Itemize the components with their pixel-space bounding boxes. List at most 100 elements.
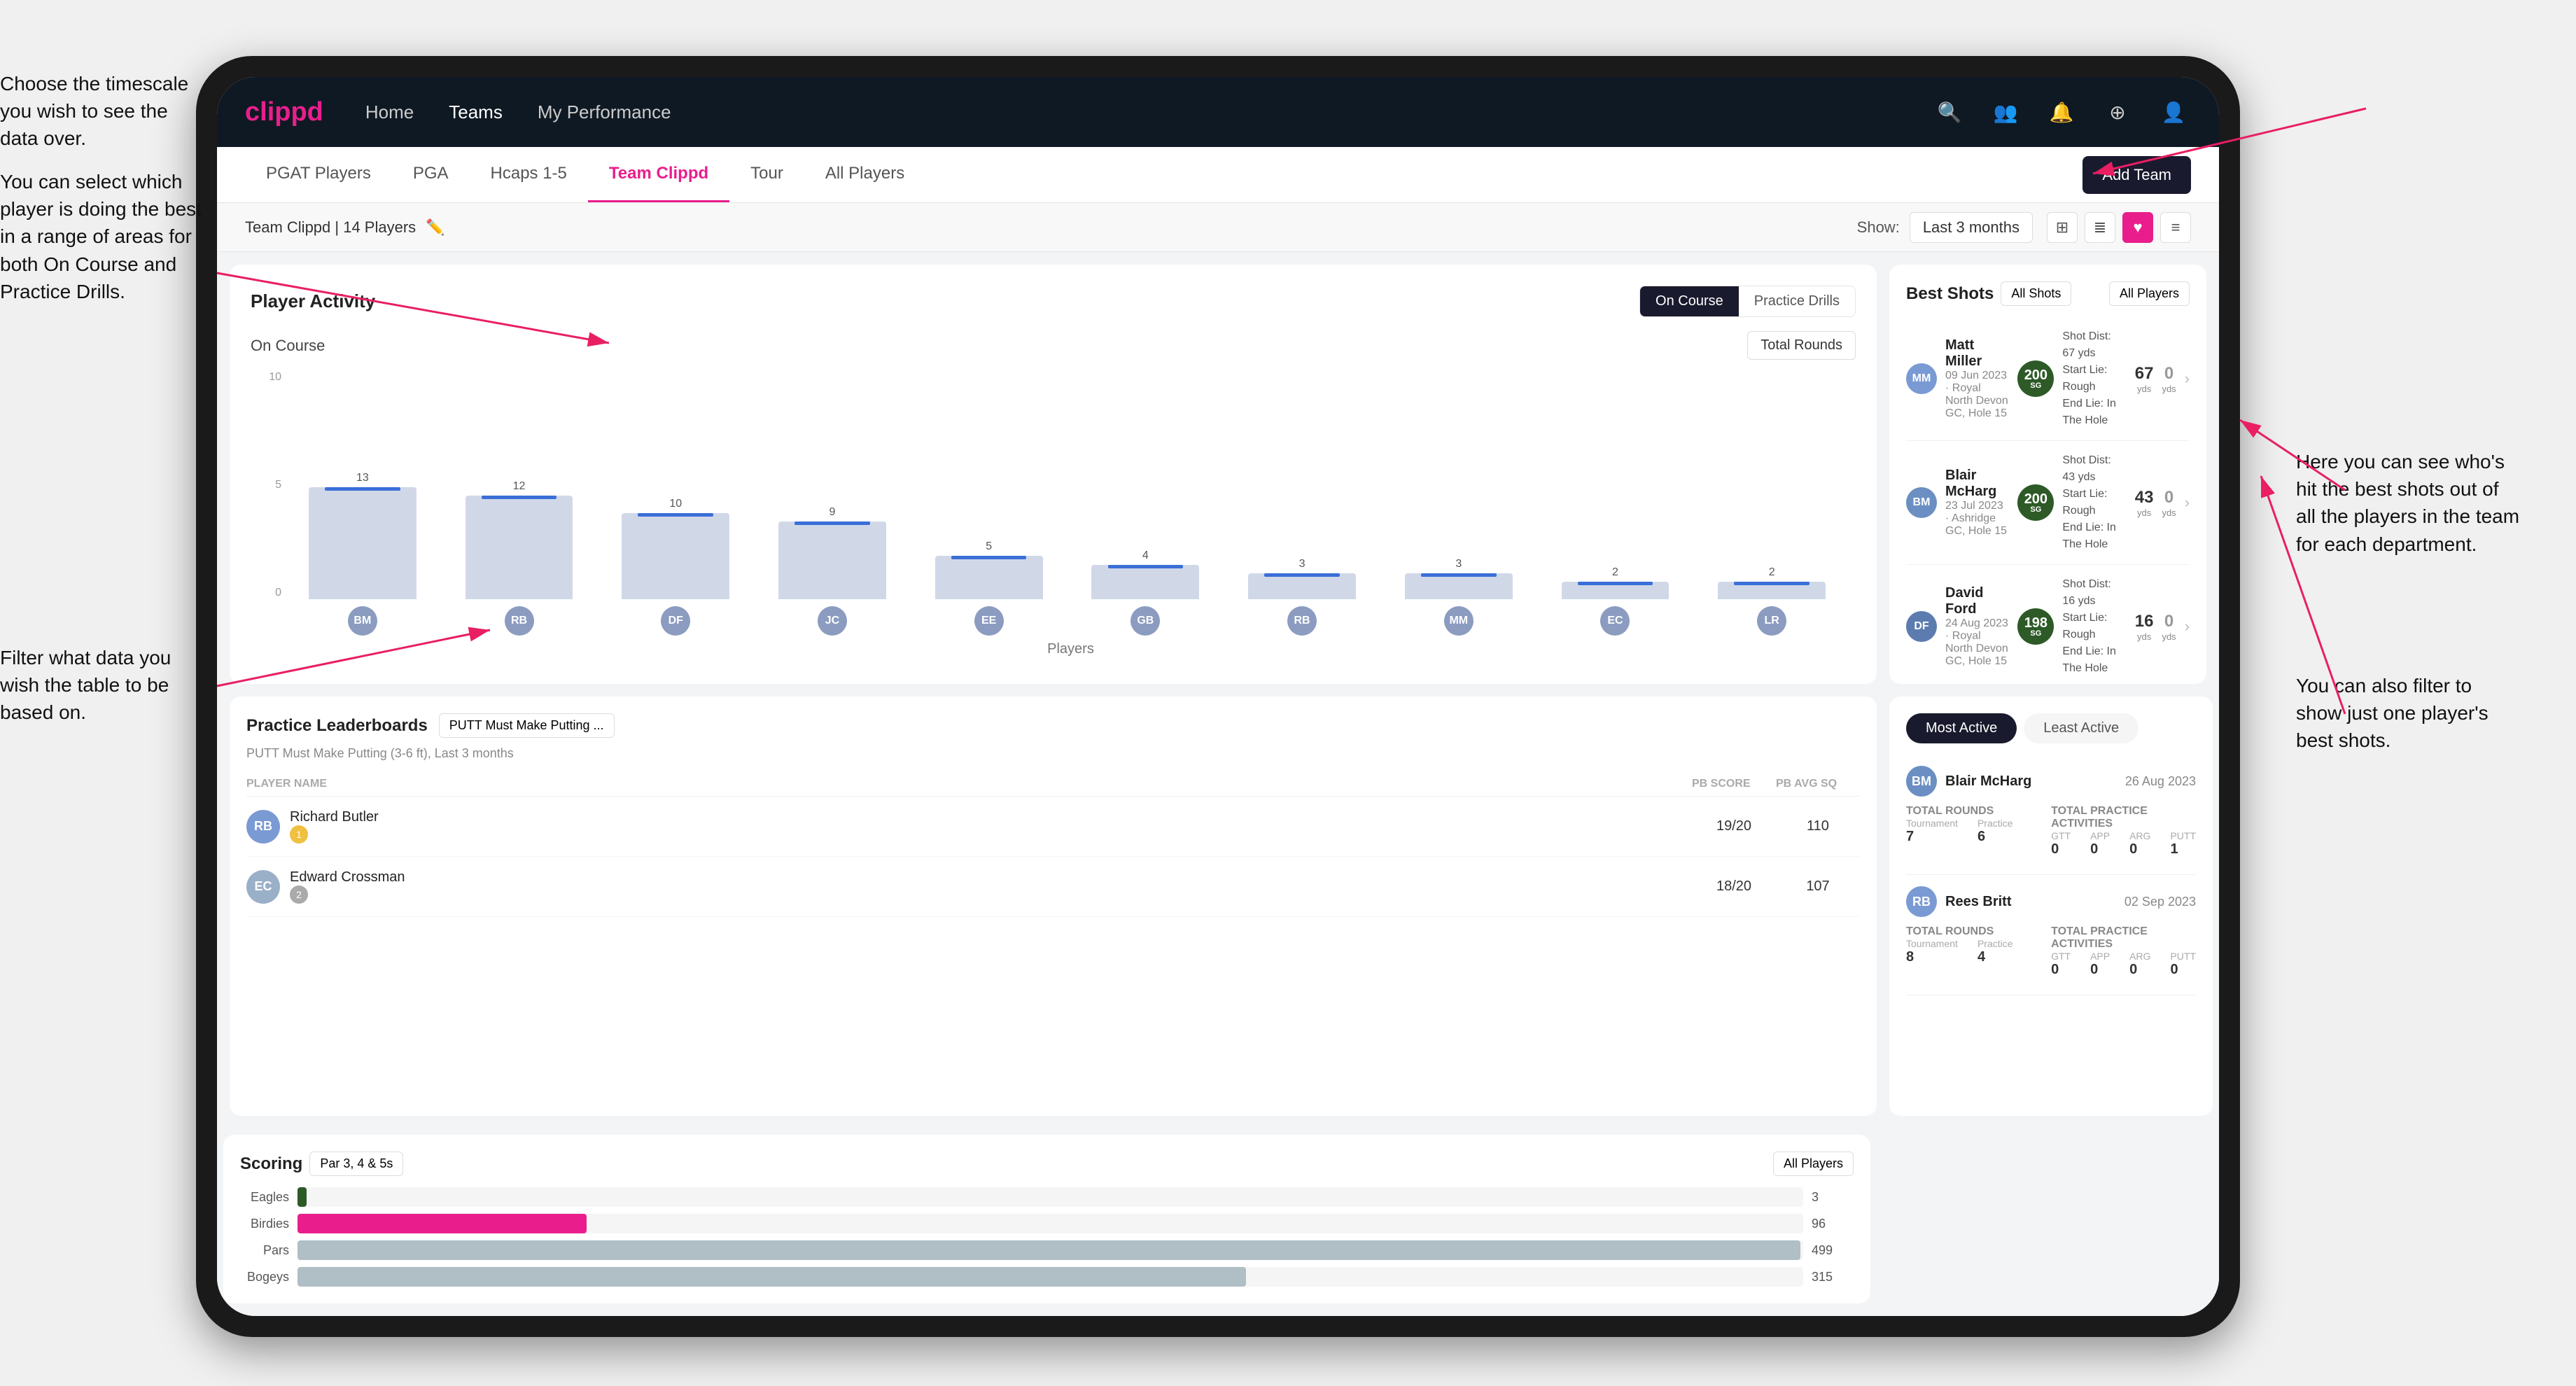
player-avatar[interactable]: MM — [1444, 606, 1474, 636]
shot-player-meta: 24 Aug 2023 · Royal North Devon GC, Hole… — [1945, 617, 2009, 668]
table-view-icon[interactable]: ≣ — [2085, 212, 2115, 243]
bell-icon[interactable]: 🔔 — [2044, 94, 2079, 130]
bar[interactable] — [1248, 573, 1356, 599]
app-label: APP — [2090, 830, 2110, 841]
bar[interactable] — [1718, 582, 1826, 599]
bar-group: 13 — [286, 472, 440, 599]
player-avatar[interactable]: LR — [1757, 606, 1786, 636]
player-avatar[interactable]: GB — [1130, 606, 1160, 636]
shot-dist: Shot Dist: 16 yds — [2062, 576, 2126, 610]
nav-link-home[interactable]: Home — [365, 102, 414, 123]
time-period-dropdown[interactable]: Last 3 months — [1910, 212, 2033, 243]
gtt-label: GTT — [2051, 830, 2071, 841]
most-active-tab[interactable]: Most Active — [1906, 713, 2017, 743]
practice-player-name: Edward Crossman — [290, 869, 405, 886]
shot-card[interactable]: DF David Ford 24 Aug 2023 · Royal North … — [1906, 565, 2190, 684]
annotation-left-bottom: Filter what data you wish the table to b… — [0, 644, 196, 727]
tournament-label: Tournament — [1906, 938, 1958, 949]
shot-stat-dist: 43 yds — [2135, 488, 2154, 518]
shot-stat-label: yds — [2137, 507, 2151, 518]
list-view-icon[interactable]: ≡ — [2160, 212, 2191, 243]
nav-link-performance[interactable]: My Performance — [538, 102, 671, 123]
avatar-icon[interactable]: 👤 — [2156, 94, 2191, 130]
add-icon[interactable]: ⊕ — [2100, 94, 2135, 130]
practice-pb-score: 19/20 — [1692, 818, 1776, 834]
player-avatar[interactable]: BM — [348, 606, 377, 636]
bar[interactable] — [465, 496, 573, 599]
tab-hcaps[interactable]: Hcaps 1-5 — [470, 147, 588, 202]
best-shots-panel: Best Shots All Shots All Players MM Matt… — [1889, 265, 2206, 684]
grid-view-icon[interactable]: ⊞ — [2047, 212, 2078, 243]
bar[interactable] — [778, 522, 886, 599]
bar[interactable] — [1091, 565, 1199, 599]
toggle-on-course[interactable]: On Course — [1640, 286, 1739, 316]
shot-stat-zero-label: yds — [2162, 507, 2176, 518]
practice-row[interactable]: EC Edward Crossman 2 18/20 107 — [246, 857, 1860, 917]
bar[interactable] — [1405, 573, 1513, 599]
player-avatar[interactable]: RB — [1287, 606, 1317, 636]
shot-chevron-icon[interactable]: › — [2185, 617, 2190, 636]
practice-pb-avg: 107 — [1776, 878, 1860, 895]
scoring-players-dropdown[interactable]: All Players — [1773, 1152, 1854, 1176]
arg-value: 0 — [2129, 962, 2150, 978]
scoring-bars-container: Eagles 3 Birdies 96 Pars 499 Bogeys 315 — [240, 1187, 1854, 1287]
tab-tour[interactable]: Tour — [729, 147, 804, 202]
shot-card[interactable]: BM Blair McHarg 23 Jul 2023 · Ashridge G… — [1906, 441, 2190, 565]
metric-dropdown[interactable]: Total Rounds — [1747, 331, 1856, 360]
bar[interactable] — [935, 556, 1043, 599]
annotation-right-bottom: Here you can see who's hit the best shot… — [2296, 448, 2520, 558]
practice-player-name: Richard Butler — [290, 809, 379, 825]
active-player-card[interactable]: BM Blair McHarg 26 Aug 2023 Total Rounds… — [1906, 755, 2196, 875]
avatar-col: RB — [1225, 606, 1379, 636]
shot-player-info: Blair McHarg 23 Jul 2023 · Ashridge GC, … — [1945, 468, 2009, 538]
people-icon[interactable]: 👥 — [1988, 94, 2023, 130]
practice-drill-dropdown[interactable]: PUTT Must Make Putting ... — [439, 713, 615, 738]
edit-icon[interactable]: ✏️ — [426, 218, 444, 237]
tournament-value: 8 — [1906, 949, 1958, 965]
bar[interactable] — [1562, 582, 1670, 599]
total-rounds-label: Total Rounds — [1906, 925, 2045, 938]
bar-value: 4 — [1142, 550, 1149, 562]
search-icon[interactable]: 🔍 — [1932, 94, 1967, 130]
tournament-stat: Tournament 7 — [1906, 818, 1958, 845]
tab-pgat-players[interactable]: PGAT Players — [245, 147, 392, 202]
active-player-card[interactable]: RB Rees Britt 02 Sep 2023 Total Rounds T… — [1906, 875, 2196, 995]
player-avatar[interactable]: DF — [661, 606, 690, 636]
shot-card[interactable]: MM Matt Miller 09 Jun 2023 · Royal North… — [1906, 317, 2190, 441]
card-view-icon[interactable]: ♥ — [2122, 212, 2153, 243]
practice-row[interactable]: RB Richard Butler 1 19/20 110 — [246, 797, 1860, 857]
shot-chevron-icon[interactable]: › — [2185, 370, 2190, 388]
bar-value: 3 — [1299, 558, 1306, 570]
add-team-button[interactable]: Add Team — [2082, 156, 2191, 194]
player-avatar[interactable]: EC — [1600, 606, 1630, 636]
nav-link-teams[interactable]: Teams — [449, 102, 503, 123]
shot-end-lie: End Lie: In The Hole — [2062, 643, 2126, 677]
active-player-avatar: RB — [1906, 886, 1937, 917]
putt-stat: PUTT 0 — [2170, 951, 2196, 978]
toggle-practice[interactable]: Practice Drills — [1739, 286, 1855, 316]
y-label-10: 10 — [251, 371, 286, 384]
bar[interactable] — [309, 487, 416, 599]
practice-label: Practice — [1977, 938, 2013, 949]
tournament-stat: Tournament 8 — [1906, 938, 1958, 965]
tab-all-players[interactable]: All Players — [804, 147, 925, 202]
shot-stat-zero-label: yds — [2162, 384, 2176, 394]
players-filter-dropdown[interactable]: All Players — [2109, 281, 2190, 306]
bar-group: 2 — [1539, 566, 1693, 599]
tab-team-clippd[interactable]: Team Clippd — [588, 147, 729, 202]
player-avatar[interactable]: JC — [818, 606, 847, 636]
bar[interactable] — [622, 513, 729, 599]
scoring-bar-fill — [298, 1267, 1246, 1287]
scoring-par-dropdown[interactable]: Par 3, 4 & 5s — [309, 1152, 403, 1176]
scoring-bar-value: 3 — [1812, 1190, 1854, 1205]
scoring-bar-track — [298, 1214, 1803, 1233]
shots-filter-dropdown[interactable]: All Shots — [2001, 281, 2071, 306]
player-avatar[interactable]: EE — [974, 606, 1004, 636]
shot-player-avatar: BM — [1906, 487, 1937, 518]
show-label: Show: — [1857, 218, 1900, 237]
least-active-tab[interactable]: Least Active — [2024, 713, 2138, 743]
tab-pga[interactable]: PGA — [392, 147, 470, 202]
shot-chevron-icon[interactable]: › — [2185, 493, 2190, 512]
total-rounds-label: Total Rounds — [1906, 805, 2045, 818]
player-avatar[interactable]: RB — [505, 606, 534, 636]
